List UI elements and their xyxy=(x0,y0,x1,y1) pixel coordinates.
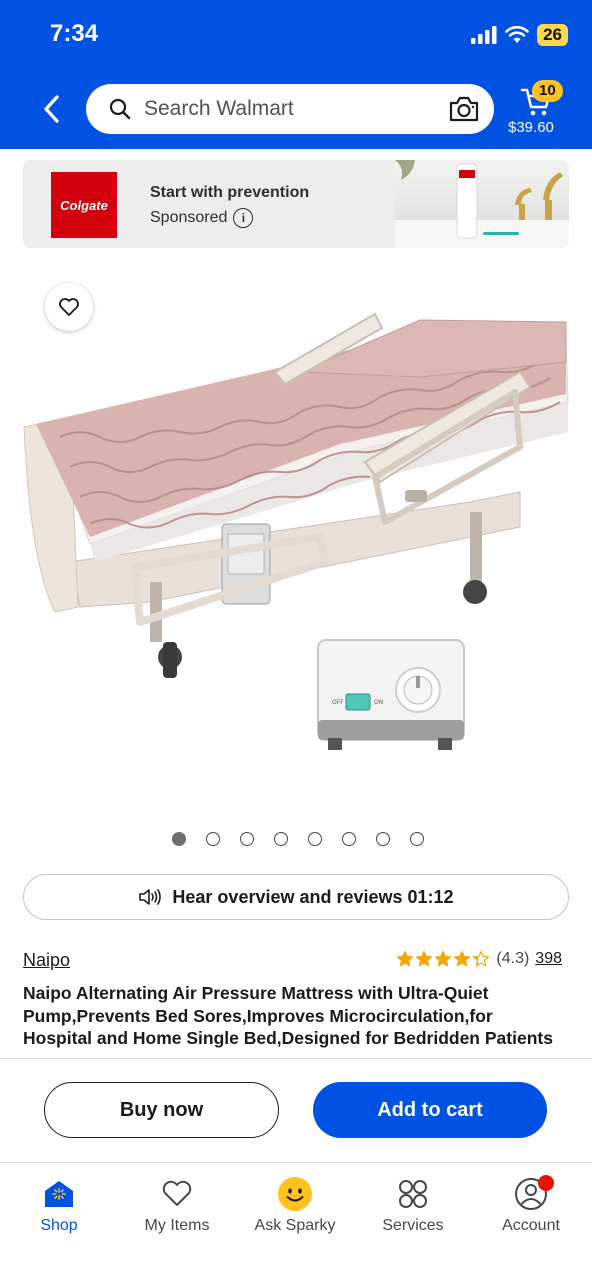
carousel-dot[interactable] xyxy=(172,832,186,846)
rating-value: (4.3) xyxy=(496,950,530,967)
carousel-dot[interactable] xyxy=(342,832,356,846)
star-icon xyxy=(416,950,433,967)
status-time: 7:34 xyxy=(50,20,99,47)
star-icon xyxy=(397,950,414,967)
review-count-link[interactable]: 398 xyxy=(535,950,562,968)
carousel-dot[interactable] xyxy=(274,832,288,846)
chevron-left-icon xyxy=(44,95,59,123)
carousel-dot[interactable] xyxy=(240,832,254,846)
favorite-button[interactable] xyxy=(45,283,93,331)
status-bar: 7:34 26 xyxy=(0,0,592,70)
carousel-dot[interactable] xyxy=(308,832,322,846)
sponsored-label: Sponsored xyxy=(150,209,228,226)
info-icon[interactable]: i xyxy=(233,208,254,228)
colgate-logo: Colgate xyxy=(51,172,117,238)
nav-account[interactable]: Account xyxy=(472,1175,590,1235)
hear-overview-label: Hear overview and reviews 01:12 xyxy=(172,886,454,907)
product-title: Naipo Alternating Air Pressure Mattress … xyxy=(23,983,553,1048)
camera-icon[interactable] xyxy=(448,94,480,124)
sparky-icon xyxy=(278,1177,312,1211)
nav-services-label: Services xyxy=(382,1217,444,1234)
heart-icon xyxy=(162,1180,192,1206)
carousel-dots xyxy=(0,832,592,846)
star-icon xyxy=(473,950,490,967)
nav-shop[interactable]: Shop xyxy=(0,1175,118,1235)
bottom-nav: Shop My Items Ask Sparky Services Accoun… xyxy=(0,1162,592,1280)
nav-my-items[interactable]: My Items xyxy=(118,1175,236,1235)
star-rating xyxy=(396,950,490,968)
action-bar: Buy now Add to cart xyxy=(0,1058,592,1162)
star-icon xyxy=(454,950,471,967)
app-header: 7:34 26 Search Walmart 10 $39.60 xyxy=(0,0,592,149)
buy-now-button[interactable]: Buy now xyxy=(44,1082,279,1138)
nav-ask-sparky-label: Ask Sparky xyxy=(254,1217,336,1234)
nav-services[interactable]: Services xyxy=(354,1175,472,1235)
notification-dot xyxy=(538,1175,554,1191)
battery-indicator: 26 xyxy=(537,24,568,46)
status-icons: 26 xyxy=(471,24,568,46)
sponsored-banner[interactable]: Colgate Start with prevention Sponsored … xyxy=(23,160,569,248)
product-image[interactable]: OFF ON xyxy=(0,262,592,807)
svg-text:ON: ON xyxy=(374,699,383,706)
banner-sponsored: Sponsored i xyxy=(150,208,254,228)
speaker-icon xyxy=(139,889,162,905)
logo-text: Colgate xyxy=(60,197,108,213)
search-bar[interactable] xyxy=(86,84,494,134)
nav-account-label: Account xyxy=(502,1217,560,1234)
hear-overview-button[interactable]: Hear overview and reviews 01:12 xyxy=(23,874,569,920)
services-icon xyxy=(399,1180,427,1208)
nav-shop-label: Shop xyxy=(40,1217,78,1234)
shop-icon xyxy=(45,1181,73,1207)
wifi-icon xyxy=(505,26,529,43)
signal-icon xyxy=(471,26,497,44)
carousel-dot[interactable] xyxy=(376,832,390,846)
carousel-dot[interactable] xyxy=(206,832,220,846)
back-button[interactable] xyxy=(36,92,66,126)
rating[interactable]: (4.3) 398 xyxy=(396,950,562,968)
cart-count-badge: 10 xyxy=(532,80,563,102)
add-to-cart-button[interactable]: Add to cart xyxy=(313,1082,547,1138)
nav-ask-sparky[interactable]: Ask Sparky xyxy=(236,1175,354,1235)
carousel-dot[interactable] xyxy=(410,832,424,846)
svg-text:OFF: OFF xyxy=(332,699,344,706)
star-icon xyxy=(435,950,452,967)
search-input[interactable] xyxy=(144,84,434,134)
heart-icon xyxy=(59,298,79,316)
cart-button[interactable]: 10 $39.60 xyxy=(508,80,570,142)
brand-link[interactable]: Naipo xyxy=(23,950,70,971)
banner-title: Start with prevention xyxy=(150,184,310,201)
banner-product-image xyxy=(395,160,569,248)
cart-total: $39.60 xyxy=(508,119,554,136)
nav-my-items-label: My Items xyxy=(144,1217,210,1234)
search-icon xyxy=(109,98,131,120)
